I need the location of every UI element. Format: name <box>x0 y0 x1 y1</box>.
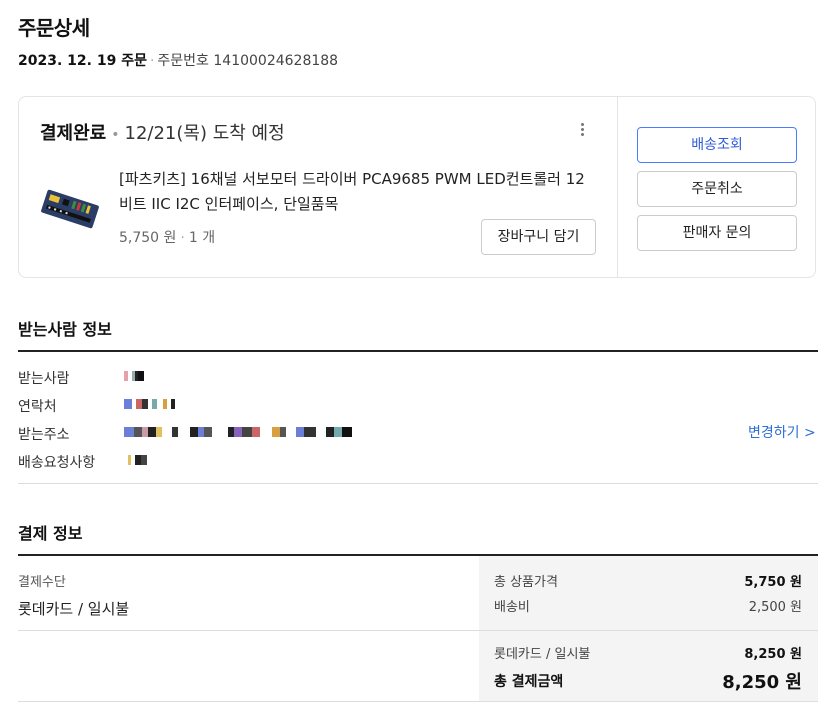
card-payment-value: 8,250 원 <box>744 647 802 662</box>
order-card: 결제완료 • 12/21(목) 도착 예정 [파츠키츠] 16채널 서보모터 드… <box>18 96 816 278</box>
page-title: 주문상세 <box>18 16 90 40</box>
card-payment-row: 롯데카드 / 일시불 8,250 원 <box>494 643 802 662</box>
shipping-value: 2,500 원 <box>748 600 802 615</box>
recipient-phone-label: 연락처 <box>18 399 57 415</box>
separator-dot: · <box>149 53 155 69</box>
more-options-icon[interactable] <box>576 121 588 141</box>
total-payment-value: 8,250 원 <box>722 672 802 693</box>
recipient-name-label: 받는사람 <box>18 371 70 387</box>
order-card-main: 결제완료 • 12/21(목) 도착 예정 [파츠키츠] 16채널 서보모터 드… <box>19 97 618 277</box>
redacted-address <box>124 427 352 437</box>
divider <box>18 350 818 352</box>
redacted-request <box>128 455 147 465</box>
redacted-name <box>124 371 144 381</box>
total-payment-label: 총 결제금액 <box>494 674 564 690</box>
track-delivery-button[interactable]: 배송조회 <box>637 127 797 163</box>
card-payment-label: 롯데카드 / 일시불 <box>494 647 591 662</box>
price-quantity: 5,750 원 · 1 개 <box>119 227 215 247</box>
payment-section-title: 결제 정보 <box>18 524 83 543</box>
product-price: 5,750 원 <box>119 230 177 246</box>
delivery-estimate: 12/21(목) 도착 예정 <box>124 123 285 144</box>
payment-method: 롯데카드 / 일시불 <box>18 600 130 618</box>
product-quantity: 1 개 <box>188 230 216 246</box>
redacted-phone <box>124 399 175 409</box>
recipient-section-title: 받는사람 정보 <box>18 320 112 339</box>
shipping-label: 배송비 <box>494 600 530 615</box>
product-total-label: 총 상품가격 <box>494 575 558 590</box>
divider <box>18 483 818 484</box>
shipping-row: 배송비 2,500 원 <box>494 596 802 615</box>
order-status: 결제완료 • 12/21(목) 도착 예정 <box>40 119 285 145</box>
seller-inquiry-button[interactable]: 판매자 문의 <box>637 215 797 251</box>
separator-dot: · <box>180 230 185 246</box>
payment-method-label: 결제수단 <box>18 575 66 590</box>
delivery-request-label: 배송요청사항 <box>18 455 96 471</box>
add-to-cart-button[interactable]: 장바구니 담기 <box>481 219 596 255</box>
cancel-order-button[interactable]: 주문취소 <box>637 171 797 207</box>
order-date: 2023. 12. 19 주문 <box>18 53 147 69</box>
product-total-value: 5,750 원 <box>744 575 802 590</box>
product-name-link[interactable]: [파츠키츠] 16채널 서보모터 드라이버 PCA9685 PWM LED컨트롤… <box>119 167 589 217</box>
order-number: 14100024628188 <box>213 53 339 69</box>
divider <box>18 701 818 702</box>
status-text: 결제완료 <box>40 123 107 144</box>
recipient-address-label: 받는주소 <box>18 427 70 443</box>
order-meta: 2023. 12. 19 주문 · 주문번호 14100024628188 <box>18 50 338 70</box>
separator-dot: • <box>111 127 120 143</box>
change-address-link[interactable]: 변경하기 > <box>748 422 816 442</box>
order-number-label: 주문번호 <box>157 53 209 69</box>
divider <box>18 630 818 631</box>
product-total-row: 총 상품가격 5,750 원 <box>494 571 802 590</box>
order-actions: 배송조회 주문취소 판매자 문의 <box>637 127 797 259</box>
product-thumbnail[interactable] <box>39 185 101 233</box>
order-detail-page: 주문상세 2023. 12. 19 주문 · 주문번호 14100024628188… <box>0 0 825 710</box>
